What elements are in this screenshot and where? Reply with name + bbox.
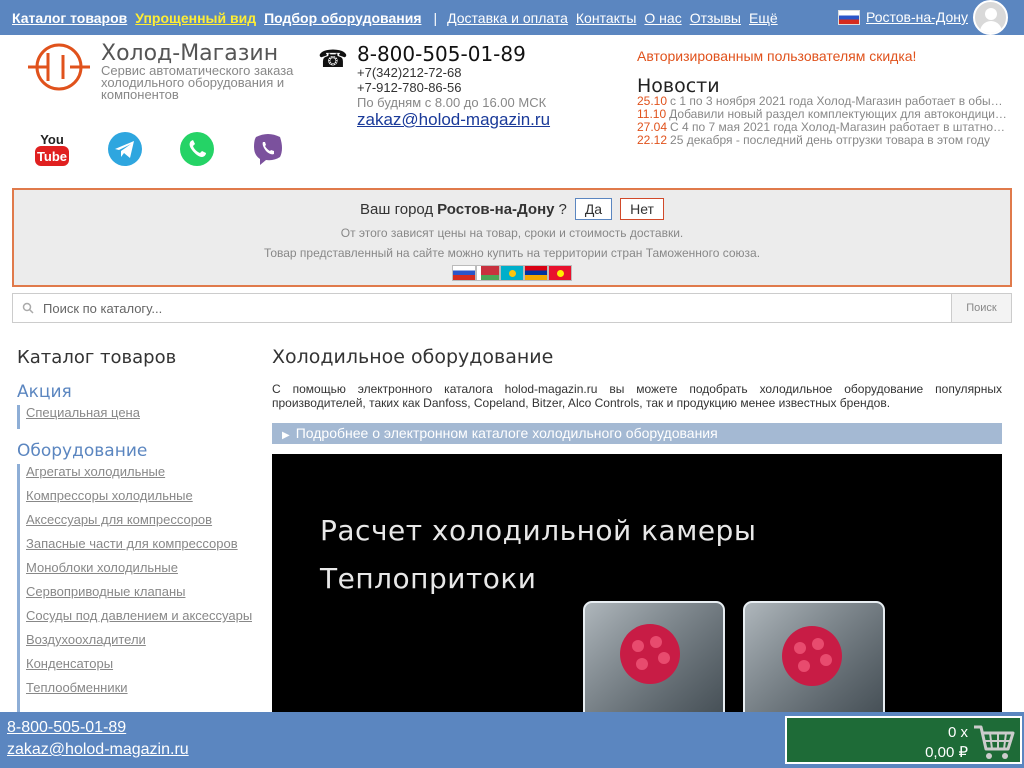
whatsapp-icon[interactable]	[179, 131, 215, 167]
country-flags	[14, 265, 1010, 281]
customs-union-text: Товар представленный на сайте можно купи…	[263, 246, 761, 260]
sidebar-item[interactable]: Аксессуары для компрессоров	[20, 512, 252, 536]
phone-mobile[interactable]: +7-912-780-86-56	[357, 80, 461, 95]
sidebar-item[interactable]: Моноблоки холодильные	[20, 560, 252, 584]
banner-title: Расчет холодильной камеры	[320, 514, 757, 547]
sidebar-item[interactable]: Специальная цена	[20, 405, 140, 429]
page-title: Холодильное оборудование	[272, 346, 554, 368]
news-item[interactable]: 27.04 С 4 по 7 мая 2021 года Холод-Магази…	[637, 121, 1007, 134]
brand-description: Сервис автоматического заказа холодильно…	[101, 63, 294, 102]
working-hours: По будням с 8.00 до 16.00 МСК	[357, 95, 547, 110]
ice-cubes-image	[583, 601, 885, 712]
nav-equipment-selection[interactable]: Подбор оборудования	[264, 10, 421, 26]
sidebar-list-promo: Специальная цена	[17, 405, 140, 429]
svg-text:You: You	[40, 132, 64, 147]
email-link[interactable]: zakaz@holod-magazin.ru	[357, 110, 550, 130]
search-bar: Поиск	[12, 293, 1012, 323]
more-info-toggle[interactable]: ▶ Подробнее о электронном каталоге холоди…	[272, 423, 1002, 444]
sidebar-item[interactable]: Агрегаты холодильные	[20, 464, 252, 488]
cart-count: 0 х	[947, 724, 968, 741]
viber-icon[interactable]	[250, 131, 286, 167]
sidebar-item[interactable]: Теплообменники	[20, 680, 252, 704]
banner-subtitle: Теплопритоки	[320, 562, 537, 595]
youtube-icon[interactable]: You Tube	[34, 130, 70, 168]
sidebar-item[interactable]: Сервоприводные клапаны	[20, 584, 252, 608]
footer-phone[interactable]: 8-800-505-01-89	[7, 719, 126, 737]
city-question: Ваш город Ростов-на-Дону ? Да Нет	[14, 198, 1010, 220]
nav-catalog[interactable]: Каталог товаров	[12, 10, 127, 26]
sidebar-list-equipment: Агрегаты холодильные Компрессоры холодил…	[17, 464, 252, 712]
cart-sum: 0,00 ₽	[925, 744, 968, 761]
nav-separator: |	[433, 9, 438, 26]
phone-main[interactable]: 8-800-505-01-89	[357, 42, 526, 66]
sidebar-heading-promo[interactable]: Акция	[17, 382, 72, 402]
phone-icon: ☎	[318, 46, 348, 73]
kazakhstan-flag-icon[interactable]	[500, 265, 524, 281]
triangle-right-icon: ▶	[282, 430, 290, 441]
search-button[interactable]: Поиск	[951, 294, 1011, 322]
holod-logo-icon[interactable]	[28, 41, 90, 93]
phone-secondary[interactable]: +7(342)212-72-68	[357, 65, 461, 80]
nav-about[interactable]: О нас	[644, 10, 681, 26]
armenia-flag-icon[interactable]	[524, 265, 548, 281]
search-input[interactable]	[43, 294, 951, 322]
sidebar-title: Каталог товаров	[17, 347, 177, 368]
sidebar-item[interactable]: Конденсаторы	[20, 656, 252, 680]
sidebar-heading-equipment[interactable]: Оборудование	[17, 441, 147, 461]
page-description: С помощью электронного каталога holod-ma…	[272, 382, 1002, 410]
belarus-flag-icon[interactable]	[476, 265, 500, 281]
city-confirm-panel: Ваш город Ростов-на-Дону ? Да Нет От это…	[12, 188, 1012, 287]
sidebar-item[interactable]: Воздухоохладители	[20, 632, 252, 656]
nav-delivery[interactable]: Доставка и оплата	[447, 10, 568, 26]
footer-bar: 8-800-505-01-89 zakaz@holod-magazin.ru 0…	[0, 712, 1024, 768]
nav-reviews[interactable]: Отзывы	[690, 10, 741, 26]
city-link[interactable]: Ростов-на-Дону	[866, 9, 968, 25]
news-title[interactable]: Новости	[637, 75, 720, 97]
news-list: 25.10 с 1 по 3 ноября 2021 года Холод-Маг…	[637, 95, 1007, 147]
city-yes-button[interactable]: Да	[574, 198, 613, 220]
news-item[interactable]: 11.10 Добавили новый раздел комплектующих…	[637, 108, 1007, 121]
svg-text:Tube: Tube	[37, 149, 67, 164]
shopping-cart-icon	[974, 725, 1015, 759]
sidebar-item[interactable]: Запасные части для компрессоров	[20, 536, 252, 560]
user-avatar-icon[interactable]	[973, 0, 1008, 35]
promo-text: Авторизированным пользователям скидка!	[637, 48, 917, 64]
footer-email[interactable]: zakaz@holod-magazin.ru	[7, 741, 189, 759]
news-item[interactable]: 25.10 с 1 по 3 ноября 2021 года Холод-Маг…	[637, 95, 1007, 108]
sidebar-item[interactable]: Сосуды под давлением и аксессуары	[20, 608, 252, 632]
telegram-icon[interactable]	[107, 131, 143, 167]
city-info-text: От этого зависят цены на товар, сроки и …	[340, 226, 684, 240]
sidebar-item[interactable]: Компрессоры холодильные	[20, 488, 252, 512]
russia-flag-icon[interactable]	[452, 265, 476, 281]
city-selector[interactable]: Ростов-на-Дону	[838, 9, 968, 25]
news-item[interactable]: 22.12 25 декабря - последний день отгрузк…	[637, 134, 1007, 147]
nav-simple-view[interactable]: Упрощенный вид	[135, 10, 256, 26]
search-icon	[13, 294, 43, 322]
city-name: Ростов-на-Дону	[437, 200, 555, 218]
city-no-button[interactable]: Нет	[620, 198, 664, 220]
nav-contacts[interactable]: Контакты	[576, 10, 636, 26]
nav-more[interactable]: Ещё	[749, 10, 778, 26]
promo-banner[interactable]: Расчет холодильной камеры Теплопритоки	[272, 454, 1002, 712]
cart-button[interactable]: 0 х 0,00 ₽	[785, 716, 1022, 764]
top-nav: Каталог товаров Упрощенный вид Подбор об…	[0, 0, 1024, 35]
russia-flag-icon	[838, 9, 860, 25]
kyrgyzstan-flag-icon[interactable]	[548, 265, 572, 281]
